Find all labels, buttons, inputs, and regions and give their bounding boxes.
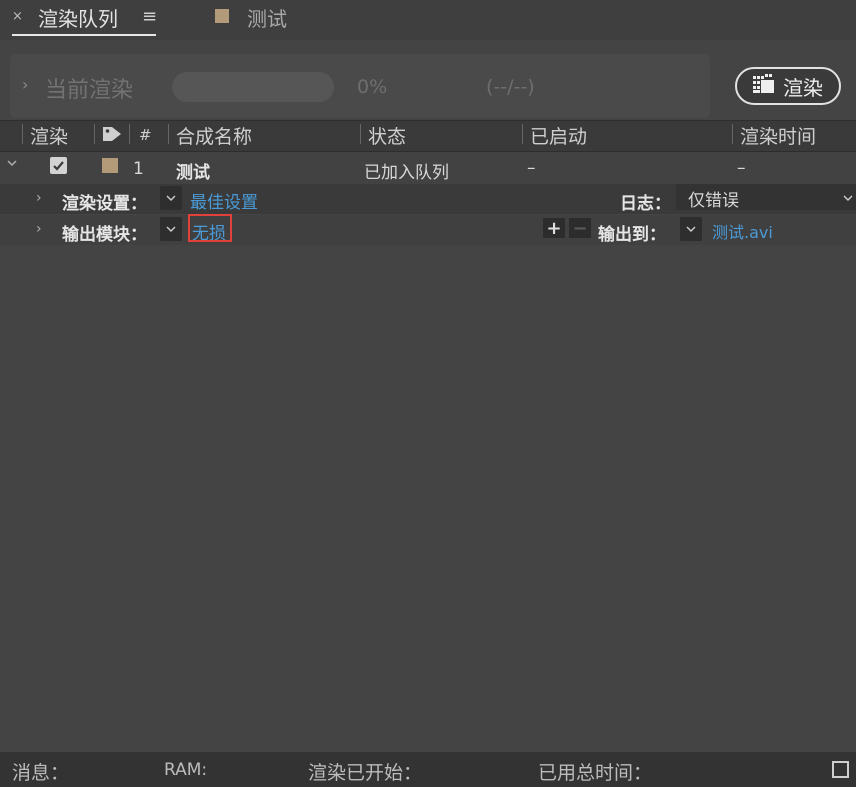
render-icon — [753, 73, 775, 99]
chevron-down-icon — [686, 226, 696, 232]
footer-message-label: 消息： — [12, 762, 70, 784]
column-render-time[interactable]: 渲染时间 — [740, 122, 816, 149]
column-started[interactable]: 已启动 — [530, 122, 587, 149]
render-checkbox[interactable] — [50, 157, 67, 174]
column-divider[interactable] — [94, 124, 95, 144]
output-to-dropdown[interactable] — [680, 217, 702, 241]
queue-item-number: 1 — [133, 159, 144, 179]
label-tag-icon[interactable] — [101, 125, 123, 147]
log-label: 日志： — [620, 194, 671, 214]
render-settings-value[interactable]: 最佳设置 — [190, 188, 258, 213]
queue-item-comp-name[interactable]: 测试 — [176, 158, 210, 183]
column-divider[interactable] — [168, 124, 169, 144]
footer-checkbox[interactable] — [832, 761, 849, 778]
chevron-down-icon — [166, 226, 176, 232]
footer-ram-label: RAM: — [164, 760, 208, 780]
queue-item-started: – — [527, 158, 536, 178]
chevron-right-icon[interactable]: › — [22, 75, 28, 94]
label-color-swatch[interactable] — [102, 158, 118, 173]
time-remaining: (--/--) — [486, 76, 535, 98]
column-divider[interactable] — [522, 124, 523, 144]
chevron-down-icon — [166, 195, 176, 201]
render-settings-dropdown[interactable] — [160, 186, 182, 210]
panel-menu-icon[interactable]: ≡ — [142, 6, 157, 27]
tab-composition[interactable]: 测试 — [247, 3, 287, 32]
output-module-dropdown[interactable] — [160, 217, 182, 241]
log-value[interactable]: 仅错误 — [688, 186, 739, 211]
footer-total-time-label: 已用总时间： — [538, 762, 653, 784]
output-to-label: 输出到： — [598, 225, 666, 245]
current-render-label: 当前渲染 — [45, 78, 134, 103]
column-divider[interactable] — [360, 124, 361, 144]
annotation-highlight-box — [188, 214, 232, 242]
render-button-label: 渲染 — [783, 75, 823, 100]
add-output-module-button[interactable]: + — [543, 218, 565, 239]
render-button[interactable]: 渲染 — [735, 67, 841, 105]
column-divider[interactable] — [129, 124, 130, 144]
remove-output-module-button[interactable]: − — [569, 218, 591, 239]
column-render[interactable]: 渲染 — [30, 122, 68, 149]
close-tab-icon[interactable]: × — [12, 9, 23, 24]
render-progress-bar — [172, 72, 334, 102]
chevron-down-icon[interactable] — [6, 157, 18, 173]
active-tab-indicator — [12, 34, 156, 36]
footer-render-started-label: 渲染已开始： — [308, 762, 423, 784]
queue-item-render-time: – — [737, 158, 746, 178]
column-divider[interactable] — [732, 124, 733, 144]
status-footer — [0, 752, 856, 787]
column-divider[interactable] — [22, 124, 23, 144]
composition-color-swatch — [215, 9, 229, 23]
chevron-down-icon[interactable] — [843, 187, 853, 206]
chevron-right-icon[interactable]: › — [36, 190, 42, 206]
queue-item-status: 已加入队列 — [364, 163, 449, 183]
chevron-right-icon[interactable]: › — [36, 221, 42, 237]
check-icon — [53, 161, 64, 171]
render-settings-label: 渲染设置： — [62, 194, 147, 214]
output-to-value[interactable]: 测试.avi — [712, 219, 773, 243]
column-comp-name[interactable]: 合成名称 — [176, 122, 252, 149]
progress-percent: 0% — [357, 76, 388, 98]
tab-render-queue[interactable]: 渲染队列 — [38, 3, 118, 32]
column-number[interactable]: # — [139, 126, 152, 144]
output-module-label: 输出模块： — [62, 225, 147, 245]
column-status[interactable]: 状态 — [368, 122, 406, 149]
